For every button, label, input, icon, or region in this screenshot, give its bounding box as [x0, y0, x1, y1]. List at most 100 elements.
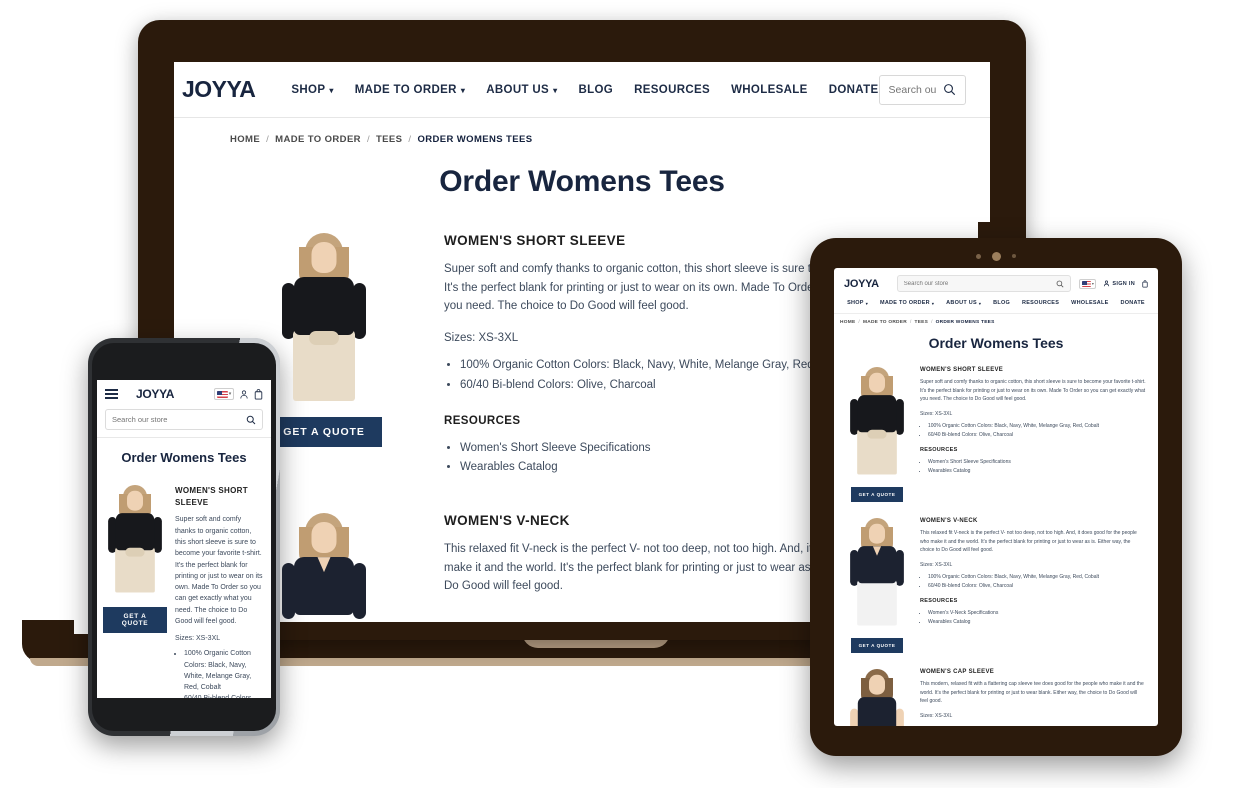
- hamburger-menu-icon[interactable]: [105, 389, 118, 399]
- product-image-cap-sleeve[interactable]: [846, 669, 907, 726]
- get-a-quote-button[interactable]: GET A QUOTE: [266, 417, 382, 447]
- brand-logo[interactable]: JOYYA: [182, 76, 256, 103]
- product-description: This modern, relaxed fit with a flatteri…: [920, 681, 1144, 705]
- nav-item-donate[interactable]: DONATE: [1121, 300, 1145, 306]
- breadcrumb-current: ORDER WOMENS TEES: [935, 320, 995, 325]
- search-box[interactable]: [896, 275, 1072, 292]
- product-media: GET A QUOTE: [844, 518, 910, 653]
- chevron-down-icon: ▾: [553, 85, 558, 95]
- nav-item-shop[interactable]: SHOP ▾: [291, 84, 333, 96]
- chevron-down-icon: ▾: [329, 85, 334, 95]
- get-a-quote-button[interactable]: GET A QUOTE: [103, 607, 167, 633]
- nav-item-resources[interactable]: RESOURCES: [1022, 300, 1059, 306]
- main-nav: SHOP ▾ MADE TO ORDER ▾ ABOUT US ▾ BLOG R…: [291, 84, 878, 96]
- product-image-short-sleeve[interactable]: [276, 233, 372, 401]
- resources-list: Women's V-Neck Specifications Wearables …: [928, 609, 1146, 627]
- product-image-v-neck[interactable]: [846, 518, 907, 626]
- nav-item-made-to-order[interactable]: MADE TO ORDER ▾: [355, 84, 465, 96]
- product-heading: WOMEN'S V-NECK: [920, 518, 978, 524]
- product-description: Super soft and comfy thanks to organic c…: [920, 379, 1146, 403]
- nav-item-about-us[interactable]: ABOUT US ▾: [946, 300, 981, 306]
- product-heading: WOMEN'S SHORT SLEEVE: [175, 486, 248, 507]
- chevron-down-icon: ▾: [1091, 281, 1094, 286]
- breadcrumb-separator: /: [408, 134, 412, 145]
- nav-item-wholesale[interactable]: WHOLESALE: [1071, 300, 1108, 306]
- resource-link-catalog[interactable]: Wearables Catalog: [928, 618, 1146, 627]
- search-icon[interactable]: [246, 415, 256, 425]
- nav-label: SHOP: [291, 83, 326, 96]
- product-image-short-sleeve[interactable]: [846, 367, 907, 475]
- tablet-header: JOYYA ▾: [834, 268, 1158, 297]
- nav-item-donate[interactable]: DONATE: [829, 84, 879, 96]
- breadcrumb-tees[interactable]: TEES: [376, 134, 402, 145]
- resource-link-specifications[interactable]: Women's Short Sleeve Specifications: [928, 458, 1146, 467]
- product-description: This relaxed fit V-neck is the perfect V…: [920, 530, 1137, 554]
- breadcrumb-home[interactable]: HOME: [840, 320, 855, 325]
- breadcrumb: HOME / MADE TO ORDER / TEES / ORDER WOME…: [174, 118, 990, 145]
- list-item: 60/40 Bi-blend Colors: Olive, Charcoal: [928, 431, 1146, 440]
- cart-icon[interactable]: [254, 388, 263, 400]
- product-image-short-sleeve[interactable]: [104, 485, 165, 593]
- get-a-quote-button[interactable]: GET A QUOTE: [850, 638, 904, 653]
- nav-item-about-us[interactable]: ABOUT US ▾: [486, 84, 557, 96]
- sign-in-link[interactable]: SIGN IN: [1103, 280, 1135, 287]
- mobile-viewport: JOYYA ▾ Search our store Order Womens Te…: [97, 380, 271, 698]
- search-icon[interactable]: [1056, 280, 1064, 288]
- breadcrumb-made-to-order[interactable]: MADE TO ORDER: [863, 320, 907, 325]
- product-section-short-sleeve: GET A QUOTE WOMEN'S SHORT SLEEVE Super s…: [834, 353, 1158, 502]
- nav-item-wholesale[interactable]: WHOLESALE: [731, 84, 808, 96]
- breadcrumb-made-to-order[interactable]: MADE TO ORDER: [275, 134, 361, 145]
- search-input[interactable]: [112, 415, 246, 424]
- resources-label: RESOURCES: [920, 447, 958, 454]
- breadcrumb-separator: /: [366, 134, 370, 145]
- locale-selector[interactable]: ▾: [214, 388, 234, 400]
- mobile-device-mockup: JOYYA ▾ Search our store Order Womens Te…: [88, 338, 280, 736]
- cart-icon[interactable]: [1142, 279, 1148, 288]
- mobile-header-icons: ▾: [214, 388, 263, 400]
- breadcrumb-tees[interactable]: TEES: [915, 320, 929, 325]
- resource-link-catalog[interactable]: Wearables Catalog: [928, 467, 1146, 476]
- us-flag-icon: [216, 390, 228, 398]
- search-icon[interactable]: [943, 83, 956, 96]
- nav-item-blog[interactable]: BLOG: [578, 84, 613, 96]
- nav-item-blog[interactable]: BLOG: [993, 300, 1010, 306]
- get-a-quote-button[interactable]: GET A QUOTE: [850, 487, 904, 502]
- nav-label: ABOUT US: [486, 83, 550, 96]
- nav-item-shop[interactable]: SHOP ▾: [847, 300, 868, 306]
- search-input[interactable]: [903, 280, 1057, 287]
- breadcrumb-separator: /: [931, 320, 933, 325]
- account-icon[interactable]: [239, 389, 249, 400]
- breadcrumb-separator: /: [266, 134, 270, 145]
- resource-link-specifications[interactable]: Women's V-Neck Specifications: [928, 609, 1146, 618]
- brand-logo[interactable]: JOYYA: [844, 278, 879, 290]
- sensor-dot-icon: [976, 253, 981, 259]
- breadcrumb-home[interactable]: HOME: [230, 134, 260, 145]
- product-details: WOMEN'S SHORT SLEEVE Super soft and comf…: [175, 485, 263, 698]
- product-section-short-sleeve: GET A QUOTE WOMEN'S SHORT SLEEVE Super s…: [97, 471, 271, 698]
- nav-label: SHOP: [847, 300, 864, 306]
- chevron-down-icon: ▾: [460, 85, 466, 95]
- nav-item-resources[interactable]: RESOURCES: [634, 84, 710, 96]
- locale-selector[interactable]: ▾: [1079, 278, 1097, 289]
- tablet-device-mockup: JOYYA ▾: [810, 222, 1182, 756]
- breadcrumb-separator: /: [858, 320, 860, 325]
- brand-logo[interactable]: JOYYA: [136, 387, 174, 401]
- product-details: WOMEN'S CAP SLEEVE This modern, relaxed …: [920, 669, 1146, 726]
- product-heading: WOMEN'S SHORT SLEEVE: [920, 367, 1004, 373]
- list-item: 60/40 Bi-blend Colors: [184, 693, 263, 698]
- search-box[interactable]: [878, 74, 966, 105]
- breadcrumb-current: ORDER WOMENS TEES: [417, 134, 533, 145]
- account-icon: [1104, 280, 1110, 287]
- site-header: JOYYA SHOP ▾ MADE TO ORDER ▾ ABOUT US ▾ …: [174, 62, 990, 118]
- nav-item-made-to-order[interactable]: MADE TO ORDER ▾: [880, 300, 934, 306]
- product-spec-list: 100% Organic Cotton Colors: Black, Navy,…: [928, 573, 1146, 591]
- sensor-dot-icon: [1012, 254, 1016, 258]
- page-title: Order Womens Tees: [928, 335, 1064, 351]
- chevron-down-icon: ▾: [228, 391, 232, 397]
- search-box[interactable]: [105, 409, 263, 430]
- product-media: GET A QUOTE: [103, 485, 167, 698]
- product-details: WOMEN'S V-NECK This relaxed fit V-neck i…: [920, 518, 1146, 653]
- list-item: 100% Organic Cotton Colors: Black, Navy,…: [928, 573, 1146, 582]
- search-input[interactable]: [888, 83, 937, 96]
- product-image-v-neck[interactable]: [276, 513, 372, 622]
